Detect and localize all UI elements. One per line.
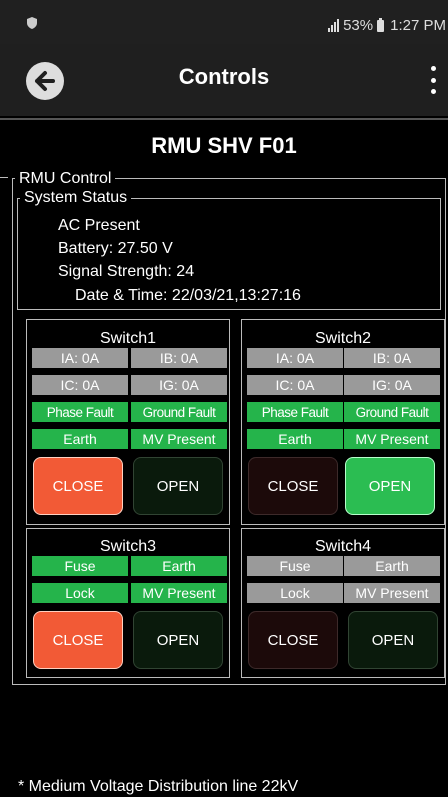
current-ib: IB: 0A <box>131 348 227 368</box>
mv-present-indicator: MV Present <box>344 429 440 449</box>
footnote: * Medium Voltage Distribution line 22kV <box>18 778 299 795</box>
current-ig: IG: 0A <box>344 375 440 395</box>
device-title: RMU SHV F01 <box>151 133 297 158</box>
switch1-panel: Switch1 IA: 0A IB: 0A IC: 0A IG: 0A Phas… <box>26 319 230 525</box>
mv-present-indicator: MV Present <box>131 429 227 449</box>
current-ig: IG: 0A <box>131 375 227 395</box>
switch-title: Switch4 <box>314 538 372 555</box>
close-button[interactable]: CLOSE <box>248 611 338 669</box>
ground-fault-indicator: Ground Fault <box>131 402 227 422</box>
earth-indicator: Earth <box>344 556 440 576</box>
open-button[interactable]: OPEN <box>133 457 223 515</box>
fuse-indicator: Fuse <box>247 556 343 576</box>
earth-indicator: Earth <box>131 556 227 576</box>
divider <box>0 118 448 120</box>
switch-title: Switch1 <box>99 330 157 347</box>
status-line-battery: Battery: 27.50 V <box>58 240 173 257</box>
status-line-signal: Signal Strength: 24 <box>58 263 195 280</box>
status-indicators: 53% 1:27 PM <box>328 17 446 34</box>
switch4-panel: Switch4 Fuse Earth Lock MV Present CLOSE… <box>241 528 445 678</box>
open-button[interactable]: OPEN <box>133 611 223 669</box>
clock: 1:27 PM <box>390 17 446 34</box>
switch2-panel: Switch2 IA: 0A IB: 0A IC: 0A IG: 0A Phas… <box>241 319 445 525</box>
current-ia: IA: 0A <box>247 348 343 368</box>
mv-present-indicator: MV Present <box>131 583 227 603</box>
divider <box>0 177 8 178</box>
status-line-datetime: Date & Time: 22/03/21,13:27:16 <box>75 287 301 304</box>
status-line-ac: AC Present <box>58 217 140 234</box>
mv-present-indicator: MV Present <box>344 583 440 603</box>
rmu-control-legend: RMU Control <box>15 169 116 189</box>
status-bar: 53% 1:27 PM <box>0 0 448 44</box>
battery-percent: 53% <box>343 17 374 34</box>
earth-indicator: Earth <box>247 429 343 449</box>
fuse-indicator: Fuse <box>32 556 128 576</box>
earth-indicator: Earth <box>32 429 128 449</box>
switch-title: Switch3 <box>99 538 157 555</box>
signal-icon <box>328 19 340 32</box>
current-ia: IA: 0A <box>32 348 128 368</box>
close-button[interactable]: CLOSE <box>33 611 123 669</box>
close-button[interactable]: CLOSE <box>33 457 123 515</box>
switch-title: Switch2 <box>314 330 372 347</box>
current-ic: IC: 0A <box>247 375 343 395</box>
battery-icon <box>377 17 385 32</box>
current-ib: IB: 0A <box>344 348 440 368</box>
app-bar: Controls <box>0 44 448 116</box>
more-vertical-icon[interactable] <box>428 66 438 94</box>
switch3-panel: Switch3 Fuse Earth Lock MV Present CLOSE… <box>26 528 230 678</box>
open-button[interactable]: OPEN <box>345 457 435 515</box>
lock-indicator: Lock <box>32 583 128 603</box>
shield-icon <box>26 16 38 32</box>
current-ic: IC: 0A <box>32 375 128 395</box>
open-button[interactable]: OPEN <box>348 611 438 669</box>
phase-fault-indicator: Phase Fault <box>247 402 343 422</box>
phase-fault-indicator: Phase Fault <box>32 402 128 422</box>
close-button[interactable]: CLOSE <box>248 457 338 515</box>
system-status-legend: System Status <box>20 188 132 208</box>
ground-fault-indicator: Ground Fault <box>344 402 440 422</box>
lock-indicator: Lock <box>247 583 343 603</box>
page-title: Controls <box>178 64 270 89</box>
